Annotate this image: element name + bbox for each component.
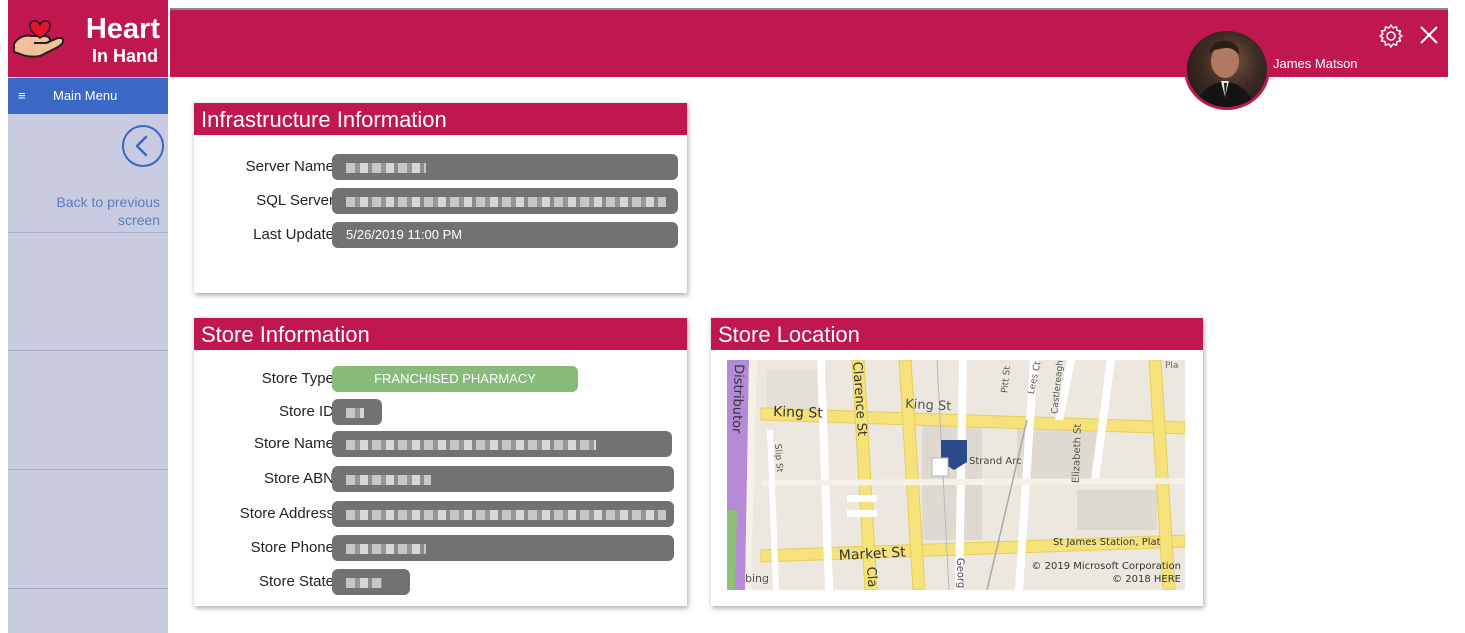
map-label-king-st: King St <box>773 404 824 422</box>
redacted-value <box>346 474 431 485</box>
back-button[interactable] <box>122 125 164 167</box>
store-info-title: Store Information <box>194 318 687 350</box>
sidebar-divider <box>8 469 168 470</box>
store-type-badge: FRANCHISED PHARMACY <box>332 366 578 392</box>
store-id-label: Store ID <box>278 403 334 420</box>
chevron-left-icon <box>135 135 148 157</box>
map-label-distributor: Distributor <box>729 364 746 434</box>
map-label-strand-arc: Strand Arc <box>969 456 1022 467</box>
redacted-value <box>346 407 364 418</box>
map-label-georg: Georg <box>954 558 966 589</box>
store-type-label: Store Type <box>261 370 334 387</box>
store-abn-field <box>332 466 674 492</box>
last-update-field: 5/26/2019 11:00 PM <box>332 222 678 248</box>
server-name-label: Server Name <box>245 158 334 175</box>
user-avatar[interactable] <box>1184 28 1270 110</box>
map-label-st-james: St James Station, Plat <box>1053 537 1161 548</box>
main-menu-label: Main Menu <box>53 88 118 103</box>
bing-logo: bing <box>745 572 769 585</box>
server-name-field <box>332 154 678 180</box>
gear-icon[interactable] <box>1378 23 1404 49</box>
sidebar: Heart In Hand ≡ Main Menu Back to previo… <box>8 0 168 633</box>
store-phone-field <box>332 535 674 561</box>
map-copyright-2: © 2018 HERE <box>1112 574 1181 585</box>
map-label-elizabeth-st: Elizabeth St <box>1071 423 1084 483</box>
sidebar-divider <box>8 232 168 233</box>
store-info-card: Store Information Store Type FRANCHISED … <box>194 318 687 606</box>
close-icon[interactable] <box>1418 24 1440 46</box>
map-label-pla: Pla <box>1165 361 1178 371</box>
redacted-value <box>346 577 382 588</box>
user-name: James Matson <box>1273 56 1358 71</box>
store-phone-label: Store Phone <box>250 539 334 556</box>
map-canvas: King St King St Market St Clarence St Cl… <box>727 360 1185 590</box>
redacted-value <box>346 162 426 173</box>
store-address-field <box>332 501 674 527</box>
redacted-value <box>346 439 596 450</box>
sidebar-divider <box>8 588 168 589</box>
main-menu-button[interactable]: ≡ Main Menu <box>8 78 168 114</box>
infrastructure-title: Infrastructure Information <box>194 103 687 135</box>
store-address-label: Store Address <box>239 505 334 522</box>
store-state-field <box>332 569 410 595</box>
heart-hand-icon <box>13 20 65 58</box>
map-label-cla: Cla <box>863 566 879 588</box>
redacted-value <box>346 196 666 207</box>
store-location-card: Store Location King St King St Market St… <box>711 318 1203 606</box>
logo-title: Heart <box>85 13 160 45</box>
map-label-king-st-2: King St <box>905 397 952 414</box>
hamburger-icon: ≡ <box>18 88 26 103</box>
redacted-value <box>346 543 426 554</box>
user-silhouette <box>1195 40 1256 107</box>
store-state-label: Store State <box>258 573 334 590</box>
store-map[interactable]: King St King St Market St Clarence St Cl… <box>727 360 1185 590</box>
map-label-slip-st: Slip St <box>772 444 784 474</box>
sidebar-divider <box>8 350 168 351</box>
store-abn-label: Store ABN <box>263 470 334 487</box>
store-id-field <box>332 399 382 425</box>
sql-server-field <box>332 188 678 214</box>
app-logo: Heart In Hand <box>8 0 168 77</box>
infrastructure-card: Infrastructure Information Server Name S… <box>194 103 687 293</box>
last-update-label: Last Update <box>253 226 334 243</box>
app-root: Heart In Hand ≡ Main Menu Back to previo… <box>0 0 1465 633</box>
store-name-field <box>332 431 672 457</box>
store-name-label: Store Name <box>253 435 334 452</box>
sql-server-label: SQL Server <box>256 192 334 209</box>
store-location-title: Store Location <box>711 318 1203 350</box>
back-label[interactable]: Back to previous screen <box>20 193 161 229</box>
map-copyright-1: © 2019 Microsoft Corporation <box>1031 561 1181 572</box>
redacted-value <box>346 509 666 520</box>
logo-subtitle: In Hand <box>92 46 158 66</box>
